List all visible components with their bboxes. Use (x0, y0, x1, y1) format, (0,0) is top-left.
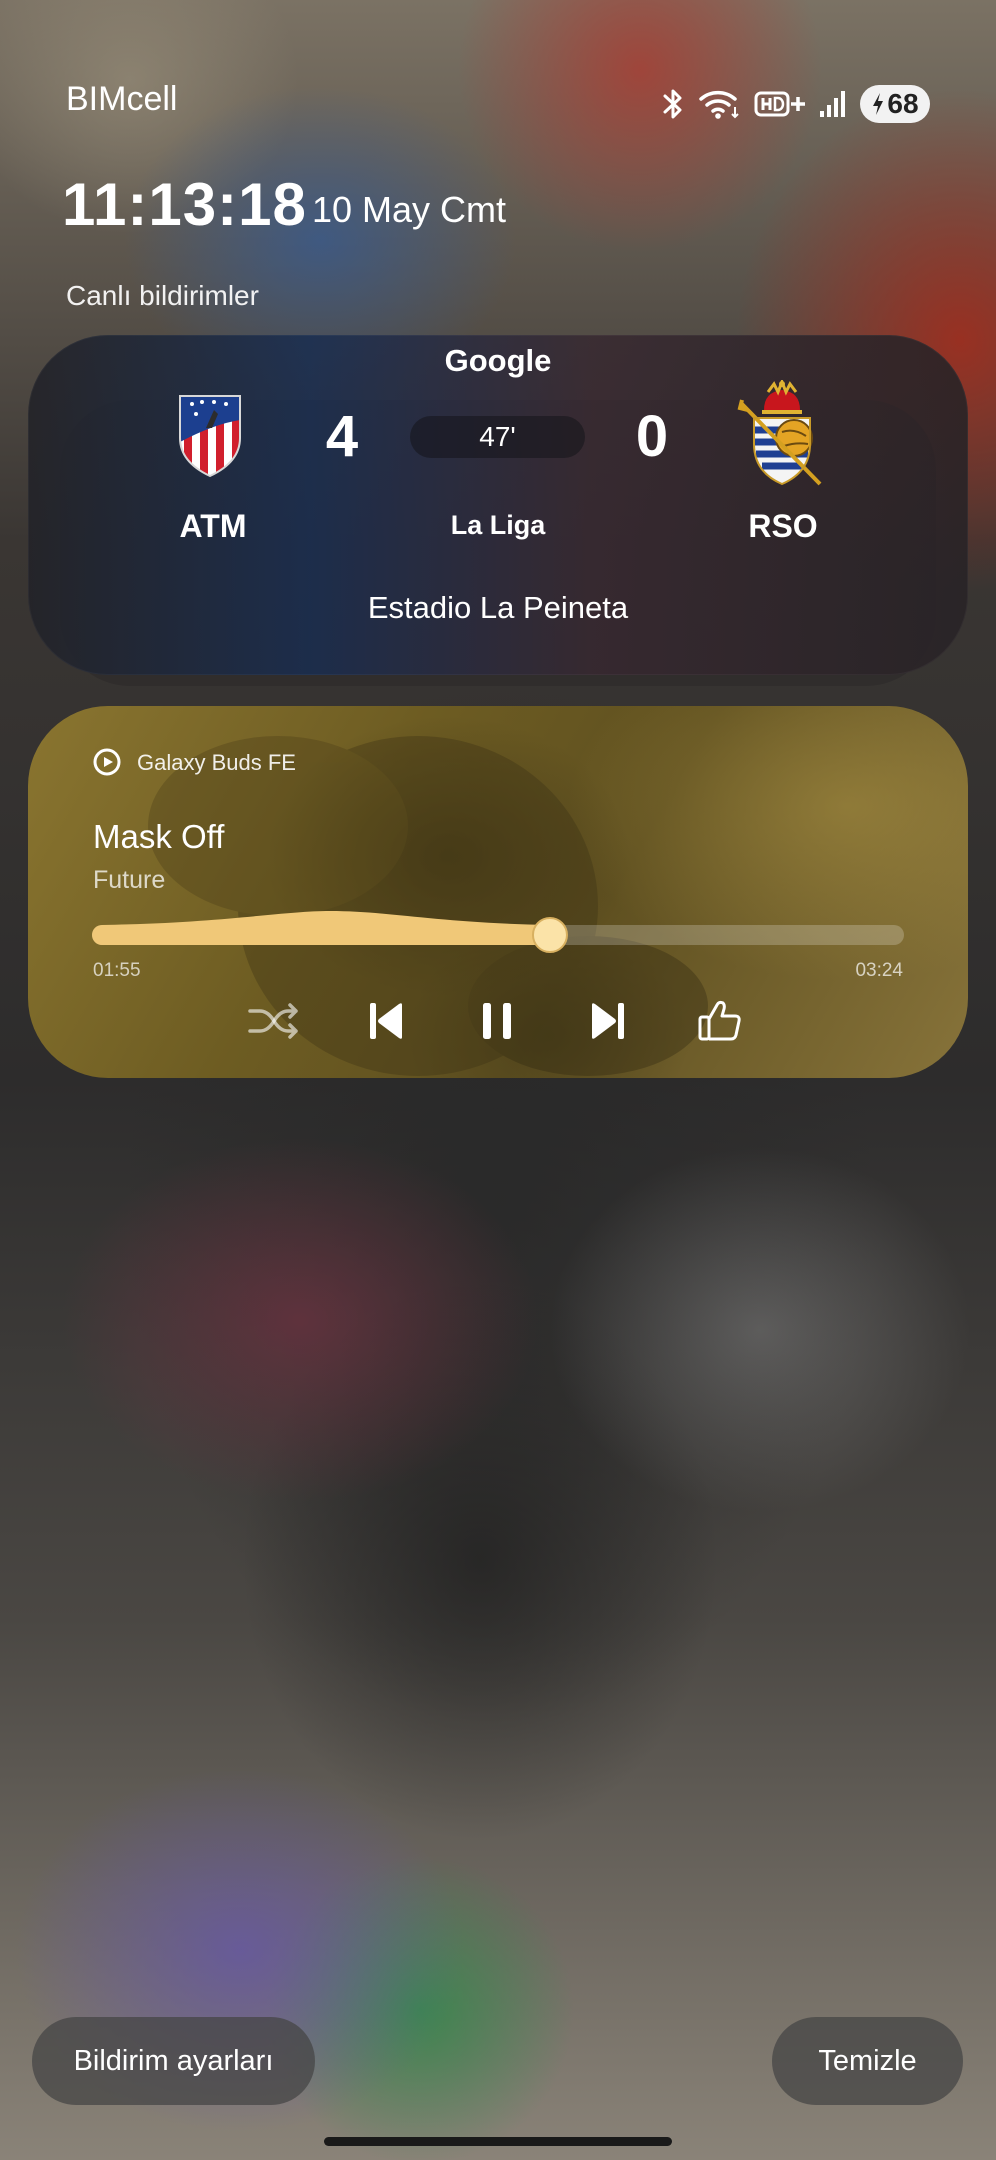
thumbs-up-icon (698, 1000, 741, 1041)
playback-seekbar[interactable] (92, 895, 906, 965)
charging-icon (873, 93, 884, 115)
away-team-name: RSO (748, 508, 818, 544)
rso-crest-icon (737, 380, 822, 486)
notification-settings-label: Bildirim ayarları (73, 2044, 274, 2077)
notification-settings-button[interactable]: Bildirim ayarları (32, 2017, 315, 2105)
elapsed-time: 01:55 (93, 960, 141, 981)
away-score: 0 (635, 404, 669, 469)
next-button[interactable] (578, 995, 638, 1047)
signal-icon (820, 91, 845, 117)
media-output-device[interactable]: Galaxy Buds FE (137, 750, 296, 776)
atm-crest-icon (179, 395, 241, 478)
battery-indicator: 68 (860, 85, 930, 123)
hd-plus-icon (754, 91, 805, 117)
status-icons: 68 (660, 84, 930, 124)
match-minute-text: 47' (479, 421, 516, 452)
clock-date: 10 May Cmt (312, 189, 507, 230)
like-button[interactable] (690, 995, 750, 1047)
track-title: Mask Off (93, 818, 225, 855)
shuffle-icon (248, 1003, 298, 1039)
media-output-icon[interactable] (92, 747, 122, 777)
battery-level: 68 (887, 88, 919, 119)
gesture-home-bar[interactable] (324, 2137, 672, 2146)
live-notifications-label: Canlı bildirimler (66, 280, 259, 311)
league-name: La Liga (450, 510, 546, 540)
seekbar-elapsed (92, 911, 550, 945)
clock-time: 11:13:18 (62, 171, 307, 238)
wifi-icon (699, 91, 739, 119)
blurred-wallpaper (0, 0, 996, 2160)
shuffle-button[interactable] (244, 995, 304, 1047)
venue-name: Estadio La Peineta (367, 590, 629, 625)
match-minute: 47' (410, 416, 585, 458)
seekbar-thumb[interactable] (531, 917, 568, 953)
carrier-name: BIMcell (66, 80, 178, 118)
pause-button[interactable] (467, 995, 527, 1047)
total-time: 03:24 (855, 960, 903, 981)
skip-previous-icon (370, 1003, 402, 1039)
google-brand: Google (444, 343, 552, 378)
home-score: 4 (325, 404, 359, 469)
clear-notifications-button[interactable]: Temizle (772, 2017, 963, 2105)
skip-next-icon (592, 1003, 624, 1039)
previous-button[interactable] (356, 995, 416, 1047)
bluetooth-icon (663, 89, 682, 119)
pause-icon (483, 1003, 511, 1039)
track-artist: Future (93, 866, 166, 894)
clear-notifications-label: Temizle (818, 2044, 917, 2077)
